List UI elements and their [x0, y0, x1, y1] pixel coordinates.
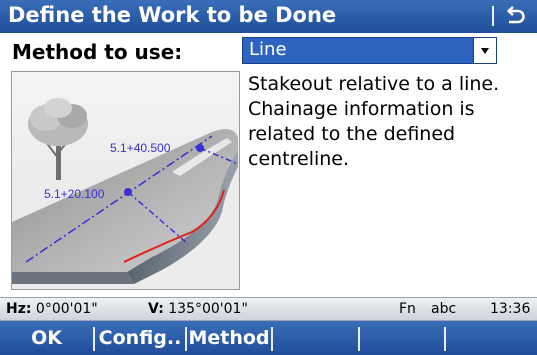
- config-button[interactable]: Config..: [95, 321, 185, 355]
- input-mode-indicator: abc: [431, 301, 457, 317]
- dropdown-arrow-icon[interactable]: [473, 38, 496, 63]
- v-reading: V: 135°00'01": [148, 301, 248, 317]
- station-point-far: [196, 144, 204, 152]
- method-label: Method to use:: [12, 40, 183, 64]
- v-label: V:: [148, 301, 164, 317]
- chainage-label-near: 5.1+20.100: [44, 187, 105, 201]
- hz-reading: Hz: 0°00'01": [6, 301, 98, 317]
- back-arrow-icon: [507, 6, 525, 24]
- softkey-6[interactable]: [446, 321, 537, 355]
- title-separator: [492, 6, 494, 26]
- method-button[interactable]: Method: [187, 321, 271, 355]
- hz-label: Hz:: [6, 301, 32, 317]
- method-illustration: 5.1+40.500 5.1+20.100: [11, 71, 240, 290]
- method-dropdown[interactable]: Line: [242, 37, 497, 64]
- softkey-bar: OK Config.. Method: [0, 321, 537, 355]
- hz-value: 0°00'01": [35, 301, 98, 317]
- status-bar: Hz: 0°00'01" V: 135°00'01" Fn abc 13:36: [0, 297, 537, 321]
- ok-button[interactable]: OK: [0, 321, 93, 355]
- back-button[interactable]: [500, 2, 530, 30]
- window-title: Define the Work to be Done: [8, 3, 337, 27]
- chainage-label-far: 5.1+40.500: [110, 141, 171, 155]
- softkey-4[interactable]: [273, 321, 358, 355]
- method-dropdown-value: Line: [249, 39, 287, 60]
- station-point-near: [124, 188, 132, 196]
- v-value: 135°00'01": [168, 301, 248, 317]
- road-stakeout-diagram: 5.1+40.500 5.1+20.100: [12, 72, 239, 289]
- fn-indicator: Fn: [399, 301, 416, 317]
- softkey-5[interactable]: [360, 321, 444, 355]
- clock: 13:36: [490, 301, 531, 317]
- method-description: Stakeout relative to a line. Chainage in…: [248, 73, 500, 170]
- title-bar: Define the Work to be Done: [0, 0, 537, 33]
